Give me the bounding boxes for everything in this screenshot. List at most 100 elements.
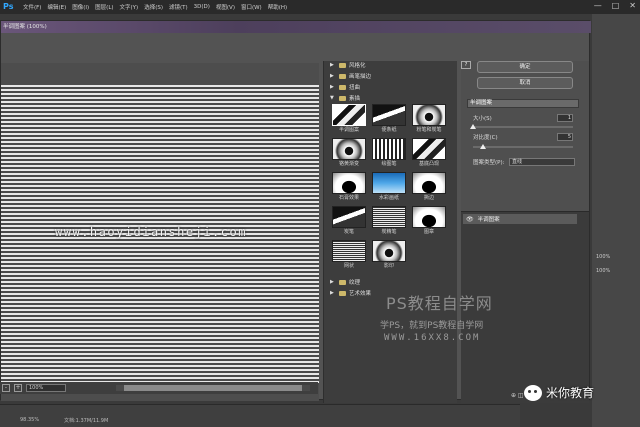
effect-layer-label: 半调图案: [477, 217, 500, 223]
filter-thumbnail: [332, 172, 366, 194]
filter-label: 便条纸: [381, 127, 397, 133]
scrollbar-thumb[interactable]: [124, 385, 302, 391]
filter-label: 铬黄渐变: [338, 161, 359, 167]
contrast-slider-thumb[interactable]: [480, 144, 486, 149]
preview-pane: www.haoyidiansheji.com: [1, 63, 319, 401]
filter-note-paper[interactable]: 便条纸: [372, 104, 406, 134]
collapse-toggle-button[interactable]: ?: [461, 61, 471, 69]
filter-label: 网状: [343, 263, 354, 269]
filter-label: 水彩画纸: [378, 195, 399, 201]
folder-icon: [339, 62, 346, 68]
filter-water-paper[interactable]: 水彩画纸: [372, 172, 406, 202]
folder-artistic[interactable]: ▶ 艺术效果: [330, 289, 371, 297]
fill-value[interactable]: 100%: [596, 268, 610, 274]
folder-stylize[interactable]: ▶ 风格化: [330, 61, 366, 69]
expand-arrow-icon: ▶: [330, 62, 334, 68]
filter-select[interactable]: 半调图案: [467, 99, 579, 108]
menu-type[interactable]: 文字(Y): [120, 3, 139, 11]
contrast-slider[interactable]: [473, 144, 573, 149]
filter-thumbnail: [332, 240, 366, 262]
zoom-in-button[interactable]: +: [14, 384, 22, 392]
menu-image[interactable]: 图像(I): [72, 3, 89, 11]
photoshop-logo: Ps: [3, 2, 14, 11]
filter-reticulation[interactable]: 网状: [332, 240, 366, 270]
filter-label: 炭精笔: [381, 229, 397, 235]
expand-arrow-icon: ▶: [330, 84, 334, 90]
pattern-type-select[interactable]: 直线: [509, 158, 575, 166]
size-input[interactable]: 1: [557, 114, 573, 122]
folder-label: 素描: [349, 96, 361, 102]
status-bar: 98.35% 文档:1.37M/11.9M: [0, 404, 520, 427]
filter-chalk-charcoal[interactable]: 粉笔和炭笔: [412, 104, 446, 134]
folder-sketch[interactable]: ▼ 素描: [330, 94, 360, 102]
expand-arrow-icon: ▶: [330, 73, 334, 79]
menu-select[interactable]: 选择(S): [144, 3, 163, 11]
filter-halftone-pattern[interactable]: 半调图案: [332, 104, 366, 134]
filter-label: 绘图笔: [381, 161, 397, 167]
filter-chrome[interactable]: 铬黄渐变: [332, 138, 366, 168]
filter-thumbnail: [332, 104, 366, 126]
pattern-type-row: 图案类型(P):: [473, 158, 513, 168]
filter-label: 基底凸现: [418, 161, 439, 167]
maximize-icon[interactable]: □: [612, 1, 620, 10]
right-dock-panel: 100% 100%: [592, 14, 640, 427]
filter-stamp[interactable]: 图章: [412, 206, 446, 236]
contrast-input[interactable]: 5: [557, 133, 573, 141]
filter-thumbnail: [412, 138, 446, 160]
size-slider[interactable]: [470, 124, 573, 129]
cancel-button[interactable]: 取消: [477, 77, 573, 89]
filter-plaster[interactable]: 石膏效果: [332, 172, 366, 202]
folder-distort[interactable]: ▶ 扭曲: [330, 83, 360, 91]
pattern-type-label: 图案类型(P):: [473, 160, 505, 166]
menu-file[interactable]: 文件(F): [23, 3, 41, 11]
expand-arrow-icon: ▶: [330, 279, 334, 285]
filter-thumbnail: [412, 104, 446, 126]
horizontal-scrollbar[interactable]: [116, 385, 310, 391]
ok-button[interactable]: 确定: [477, 61, 573, 73]
folder-texture[interactable]: ▶ 纹理: [330, 278, 360, 286]
contrast-row: 对比度(C) 5: [473, 133, 573, 143]
folder-icon: [339, 73, 346, 79]
filter-thumbnail: [372, 206, 406, 228]
zoom-select[interactable]: 100%: [26, 384, 66, 392]
size-slider-thumb[interactable]: [470, 124, 476, 129]
window-controls: — □ ✕: [594, 1, 636, 10]
wechat-account: 米你教育: [546, 386, 595, 400]
folder-brush-strokes[interactable]: ▶ 画笔描边: [330, 72, 371, 80]
folder-label: 风格化: [349, 63, 366, 69]
filter-gallery-dialog: 半调图案 (100%) www.haoyidiansheji.com ▶ 风格化…: [0, 20, 591, 403]
opacity-value[interactable]: 100%: [596, 254, 610, 260]
menu-window[interactable]: 窗口(W): [241, 3, 262, 11]
zoom-out-button[interactable]: -: [2, 384, 10, 392]
menu-view[interactable]: 视图(V): [216, 3, 235, 11]
eye-icon[interactable]: 👁: [466, 216, 474, 223]
folder-icon: [339, 290, 346, 296]
filter-thumbnail: [372, 138, 406, 160]
effect-layer-row[interactable]: 👁 半调图案: [463, 214, 577, 224]
minimize-icon[interactable]: —: [594, 1, 602, 10]
filter-bas-relief[interactable]: 基底凸现: [412, 138, 446, 168]
watermark-url: www.haoyidiansheji.com: [55, 225, 247, 239]
contrast-label: 对比度(C): [473, 135, 498, 141]
filter-charcoal[interactable]: 炭笔: [332, 206, 366, 236]
folder-label: 纹理: [349, 280, 361, 286]
filter-gallery: ▶ 风格化 ▶ 画笔描边 ▶ 扭曲 ▼ 素描 半调图案 便条纸 粉笔和炭笔 铬黄…: [323, 61, 457, 403]
filter-photocopy[interactable]: 影印: [372, 240, 406, 270]
filter-torn-edges[interactable]: 撕边: [412, 172, 446, 202]
filter-thumbnail: [372, 240, 406, 262]
filter-thumbnail: [332, 206, 366, 228]
menu-3d[interactable]: 3D(D): [194, 4, 210, 10]
filter-graphic-pen[interactable]: 绘图笔: [372, 138, 406, 168]
filter-thumbnail: [332, 138, 366, 160]
menu-edit[interactable]: 编辑(E): [47, 3, 66, 11]
status-zoom: 98.35%: [20, 417, 40, 423]
filter-label: 撕边: [423, 195, 434, 201]
menu-layer[interactable]: 图层(L): [95, 3, 113, 11]
menu-help[interactable]: 帮助(H): [268, 3, 287, 11]
watermark-title: PS教程自学网: [386, 294, 493, 313]
filter-thumbnail: [372, 104, 406, 126]
filter-conte-crayon[interactable]: 炭精笔: [372, 206, 406, 236]
close-icon[interactable]: ✕: [629, 1, 636, 10]
collapse-arrow-icon: ▼: [330, 95, 334, 101]
menu-filter[interactable]: 滤镜(T): [169, 3, 188, 11]
